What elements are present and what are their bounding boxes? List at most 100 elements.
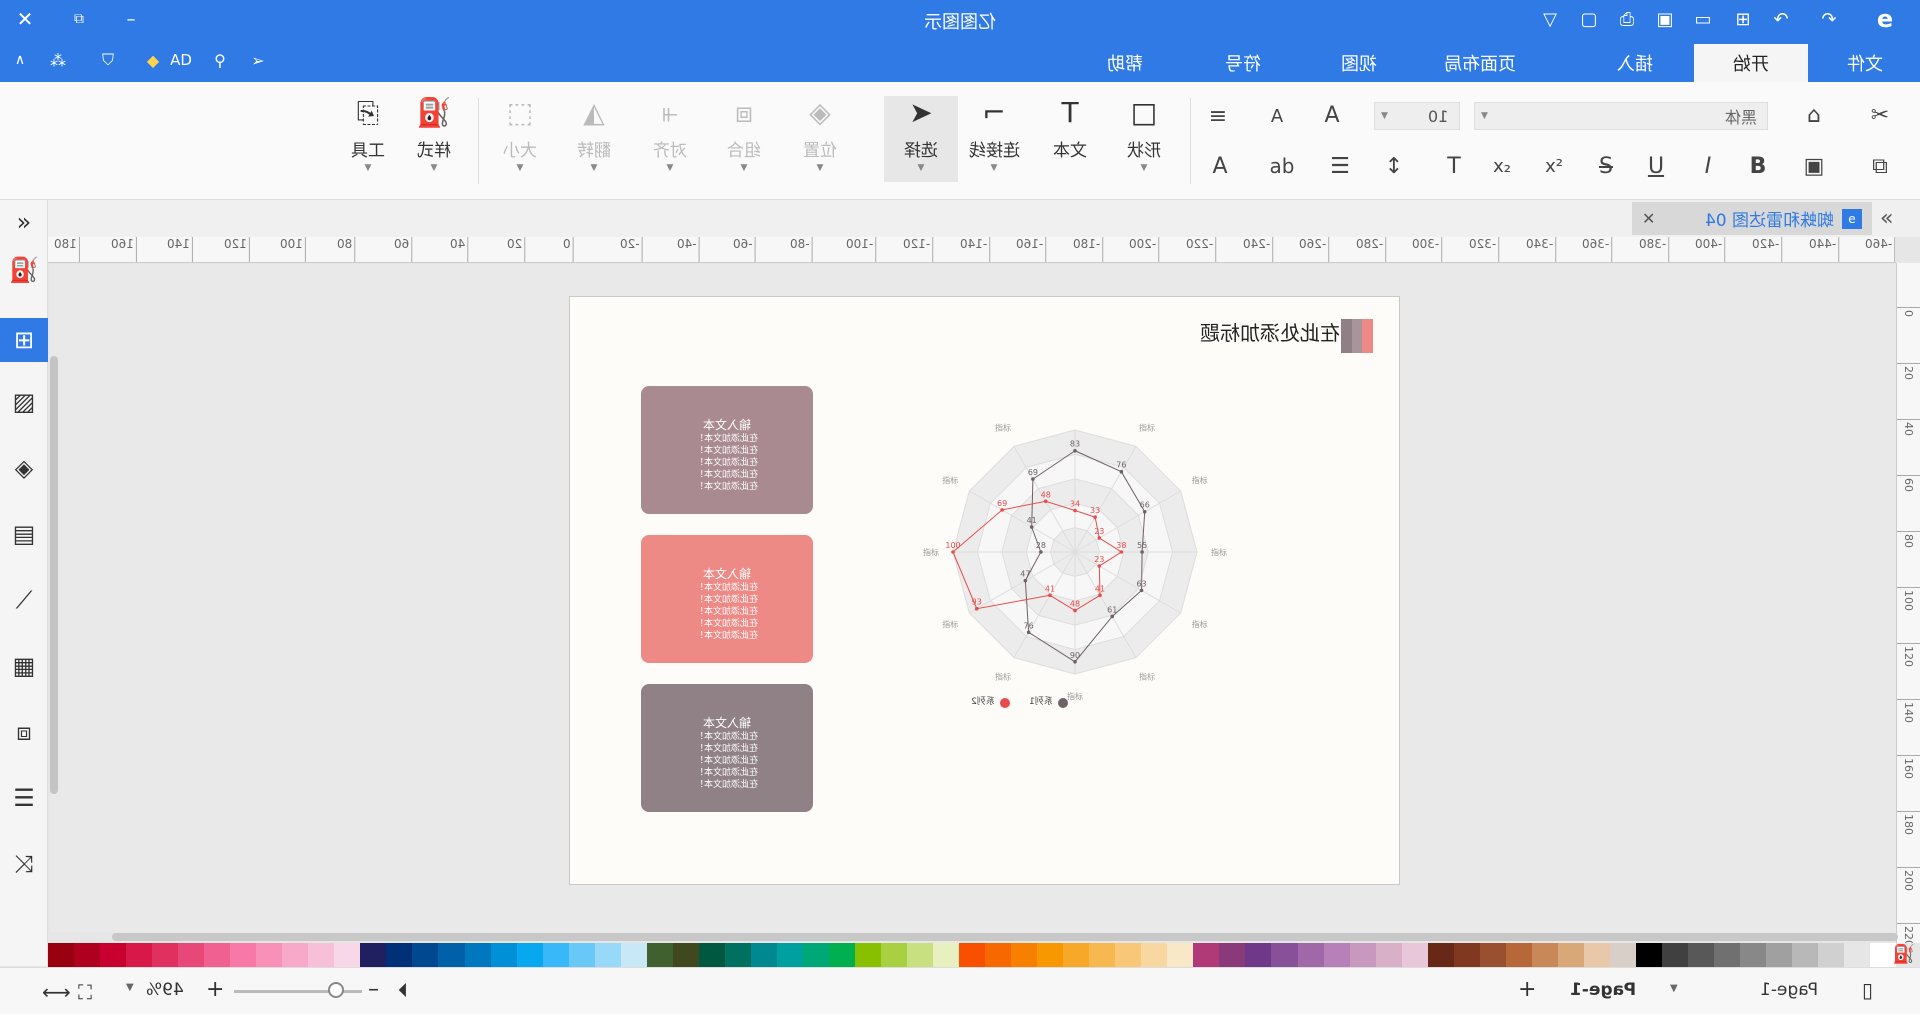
color-swatch[interactable] [256,943,283,967]
table-icon[interactable]: ▦ [6,648,42,684]
play-icon[interactable]: ⏴ [398,978,408,1002]
ad-icon[interactable]: AD [166,46,196,74]
color-swatch[interactable] [1167,943,1194,967]
new-icon[interactable]: ⊞ [1728,4,1758,34]
subscript-icon[interactable]: x₂ [1486,152,1518,180]
shuffle-icon[interactable]: ⤨ [6,846,42,882]
fullscreen-icon[interactable]: ⛶ [78,980,92,1004]
color-swatch[interactable] [1037,943,1064,967]
font-color-icon[interactable]: A [1204,152,1236,180]
radar-chart[interactable]: 指标指标指标指标指标指标指标指标指标指标指标指标8369412847769061… [900,417,1250,747]
color-swatch[interactable] [1583,943,1610,967]
text-card[interactable]: 输入文本 在此添加文本！ 在此添加文本！ 在此添加文本！ 在此添加文本！ 在此添… [641,386,813,514]
folder-icon[interactable]: ▭ [1688,4,1718,34]
print-icon[interactable]: ⎙ [1612,4,1642,34]
color-swatch[interactable] [1089,943,1116,967]
zoom-in-button[interactable]: + [206,977,224,1002]
color-swatch[interactable] [282,943,309,967]
color-swatch[interactable] [464,943,491,967]
color-swatch[interactable] [1687,943,1714,967]
symbol-library-icon[interactable]: ⊞ [0,318,48,362]
tab-home[interactable]: 开始 [1694,44,1808,82]
page-select[interactable]: Page-1 [1760,980,1818,1000]
document-icon[interactable]: ▤ [6,516,42,552]
close-icon[interactable]: ✕ [10,4,40,34]
color-swatch[interactable] [620,943,647,967]
color-swatch[interactable] [308,943,335,967]
color-swatch[interactable] [672,943,699,967]
color-swatch[interactable] [1245,943,1272,967]
cut-icon[interactable]: ✂ [1862,100,1898,130]
color-swatch[interactable] [1479,943,1506,967]
superscript-icon[interactable]: x² [1538,152,1570,180]
color-swatch[interactable] [126,943,153,967]
tab-symbols[interactable]: 符号 [1198,44,1288,82]
puzzle-icon[interactable]: ⧈ [6,714,42,750]
text-card[interactable]: 输入文本 在此添加文本！ 在此添加文本！ 在此添加文本！ 在此添加文本！ 在此添… [641,684,813,812]
color-swatch[interactable] [1844,943,1871,967]
underline-icon[interactable]: U [1640,152,1672,180]
save-icon[interactable]: ▣ [1650,4,1680,34]
tab-file[interactable]: 文件 [1820,44,1910,82]
list-icon[interactable]: ☰ [1324,152,1356,180]
open-icon[interactable]: ▢ [1574,4,1604,34]
color-swatch[interactable] [1219,943,1246,967]
color-swatch[interactable] [386,943,413,967]
color-swatch[interactable] [750,943,777,967]
color-swatch[interactable] [1011,943,1038,967]
horizontal-scrollbar[interactable] [112,933,1898,941]
collapse-panel-icon[interactable]: « [1880,206,1893,231]
highlight-icon[interactable]: ab [1262,152,1302,180]
color-swatch[interactable] [178,943,205,967]
italic-icon[interactable]: I [1692,152,1724,180]
color-swatch[interactable] [594,943,621,967]
color-swatch[interactable] [1766,943,1793,967]
color-swatch[interactable] [542,943,569,967]
color-swatch[interactable] [516,943,543,967]
color-swatch[interactable] [360,943,387,967]
color-swatch[interactable] [1193,943,1220,967]
color-swatch[interactable] [646,943,673,967]
color-swatch[interactable] [1375,943,1402,967]
flip-button[interactable]: ◭ 翻转 ▼ [562,96,626,182]
redo-icon[interactable]: ↷ [1814,4,1844,34]
paste-icon[interactable]: ▣ [1796,152,1832,180]
color-swatch[interactable] [568,943,595,967]
shape-button[interactable]: □ 形状 ▼ [1112,96,1176,182]
send-icon[interactable]: ➢ [244,46,272,74]
color-swatch[interactable] [1427,943,1454,967]
color-swatch[interactable] [1401,943,1428,967]
tab-view[interactable]: 视图 [1314,44,1404,82]
select-button[interactable]: ➤ 选择 ▼ [884,96,958,182]
color-swatch[interactable] [152,943,179,967]
format-painter-icon[interactable]: ⌂ [1796,100,1832,130]
gantt-icon[interactable]: ☰ [6,780,42,816]
fill-picker-icon[interactable]: ⛽ [1890,944,1918,966]
minimize-icon[interactable]: – [116,4,146,34]
shirt-icon[interactable]: ⛉ [94,46,122,74]
color-swatch[interactable] [1063,943,1090,967]
color-swatch[interactable] [985,943,1012,967]
close-tab-icon[interactable]: ✕ [1642,209,1655,228]
color-swatch[interactable] [1505,943,1532,967]
color-swatch[interactable] [1349,943,1376,967]
font-size-select[interactable]: ▼ 10 [1374,102,1460,130]
chevron-down-icon[interactable]: ▼ [126,982,134,993]
color-swatch[interactable] [412,943,439,967]
color-swatch[interactable] [1271,943,1298,967]
align-button[interactable]: ⫦ 对齐 ▼ [638,96,702,182]
position-button[interactable]: ◈ 位置 ▼ [788,96,852,182]
color-swatch[interactable] [1323,943,1350,967]
text-button[interactable]: T 文本 [1038,96,1102,182]
color-swatch[interactable] [490,943,517,967]
color-swatch[interactable] [1531,943,1558,967]
panel-toggle-icon[interactable]: ▯ [1862,978,1873,1002]
bold-icon[interactable]: B [1742,152,1774,180]
decrease-font-icon[interactable]: A [1262,102,1292,130]
group-button[interactable]: ⧈ 组合 ▼ [712,96,776,182]
color-swatch[interactable] [1453,943,1480,967]
copy-icon[interactable]: ⧉ [1862,152,1898,180]
color-swatch[interactable] [907,943,934,967]
color-swatch[interactable] [1740,943,1767,967]
color-swatch[interactable] [334,943,361,967]
